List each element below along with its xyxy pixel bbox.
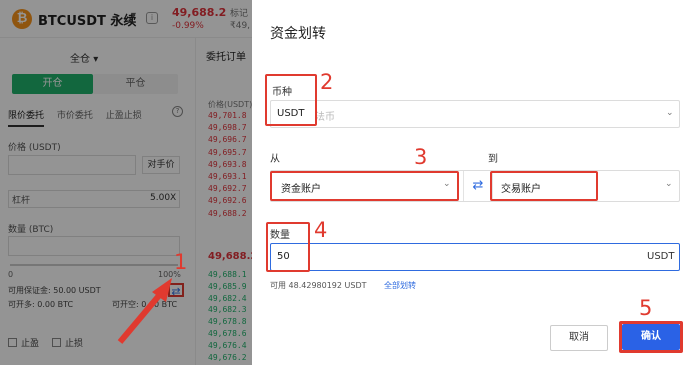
annotation-box-4 [266, 222, 310, 272]
annotation-step-5: 5 [639, 296, 653, 320]
currency-select[interactable]: USDT 法币 ⌄ [270, 100, 680, 128]
currency-placeholder: 法币 [315, 112, 335, 123]
annotation-step-3: 3 [414, 145, 428, 169]
cancel-button[interactable]: 取消 [550, 325, 608, 351]
annotation-step-1: 1 [174, 250, 188, 274]
to-label: 到 [488, 154, 498, 165]
transfer-amount-input[interactable]: 50 USDT [270, 243, 680, 271]
annotation-step-4: 4 [314, 218, 328, 242]
chevron-down-icon: ⌄ [666, 108, 674, 118]
annotation-box-5 [619, 321, 683, 353]
transfer-all-link[interactable]: 全部划转 [384, 280, 416, 291]
annotation-step-2: 2 [320, 70, 334, 94]
chevron-down-icon: ⌄ [665, 179, 673, 189]
available-balance: 可用 48.42980192 USDT [270, 280, 367, 291]
swap-accounts-button[interactable]: ⇄ [463, 171, 493, 201]
dialog-title: 资金划转 [270, 26, 326, 42]
transfer-dialog: 资金划转 币种 USDT 法币 ⌄ 从 到 资金账户 ⌄ ⇄ 交易账户 ⌄ 数量… [252, 0, 700, 365]
annotation-box-2 [265, 74, 317, 126]
transfer-amount-unit: USDT [647, 251, 675, 262]
swap-arrows-icon: ⇄ [472, 178, 484, 193]
from-label: 从 [270, 154, 280, 165]
annotation-box-3b [490, 171, 598, 201]
available-value: 48.42980192 USDT [288, 281, 367, 290]
available-label: 可用 [270, 281, 286, 290]
annotation-arrow [117, 278, 172, 344]
annotation-box-3a [270, 171, 459, 201]
